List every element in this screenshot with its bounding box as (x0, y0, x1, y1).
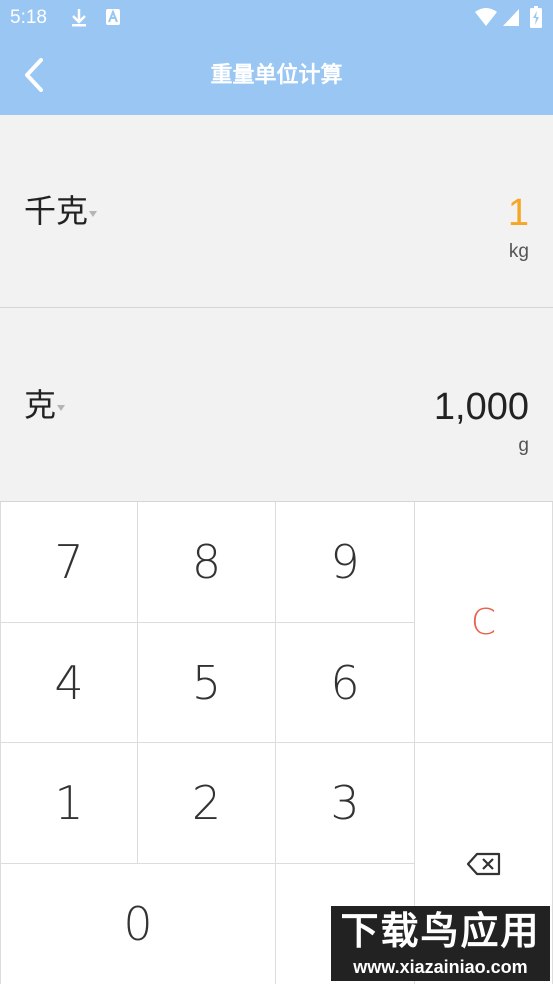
caret-down-icon (57, 405, 66, 411)
key-8[interactable]: 8 (138, 502, 276, 623)
watermark-url: www.xiazainiao.com (353, 957, 528, 977)
key-5[interactable]: 5 (138, 623, 276, 743)
watermark-logo: 下载鸟应用 www.xiazainiao.com (331, 906, 550, 981)
title-bar: 重量单位计算 (0, 36, 553, 115)
clear-button[interactable]: C (415, 502, 553, 743)
from-unit-symbol: kg (508, 241, 529, 262)
app-a-icon (105, 8, 121, 30)
to-unit-selector[interactable]: 克 (24, 385, 66, 425)
key-7[interactable]: 7 (0, 502, 138, 623)
status-bar: 5:18 (0, 0, 553, 36)
watermark-title: 下载鸟应用 (340, 911, 541, 953)
page-title: 重量单位计算 (210, 63, 343, 88)
key-2[interactable]: 2 (138, 743, 276, 864)
status-time: 5:18 (10, 7, 47, 28)
signal-icon (502, 7, 520, 31)
wifi-icon (474, 7, 498, 31)
to-unit-value: 1,000 (433, 386, 529, 428)
from-unit-name: 千克 (24, 192, 89, 230)
to-unit-symbol: g (518, 435, 529, 456)
to-unit-panel[interactable]: 克 1,000 g (0, 308, 553, 502)
to-unit-name: 克 (24, 386, 57, 424)
key-0[interactable]: 0 (0, 864, 276, 984)
backspace-icon (466, 852, 500, 875)
key-4[interactable]: 4 (0, 623, 138, 743)
from-unit-value: 1 (507, 192, 529, 234)
key-3[interactable]: 3 (276, 743, 415, 864)
caret-down-icon (89, 211, 98, 217)
battery-charging-icon (530, 6, 542, 32)
key-1[interactable]: 1 (0, 743, 138, 864)
key-6[interactable]: 6 (276, 623, 415, 743)
from-unit-selector[interactable]: 千克 (24, 191, 98, 231)
app-header: 5:18 重量单位计算 (0, 0, 553, 115)
from-unit-panel[interactable]: 千克 1 kg (0, 115, 553, 308)
key-9[interactable]: 9 (276, 502, 415, 623)
download-icon (70, 8, 88, 32)
